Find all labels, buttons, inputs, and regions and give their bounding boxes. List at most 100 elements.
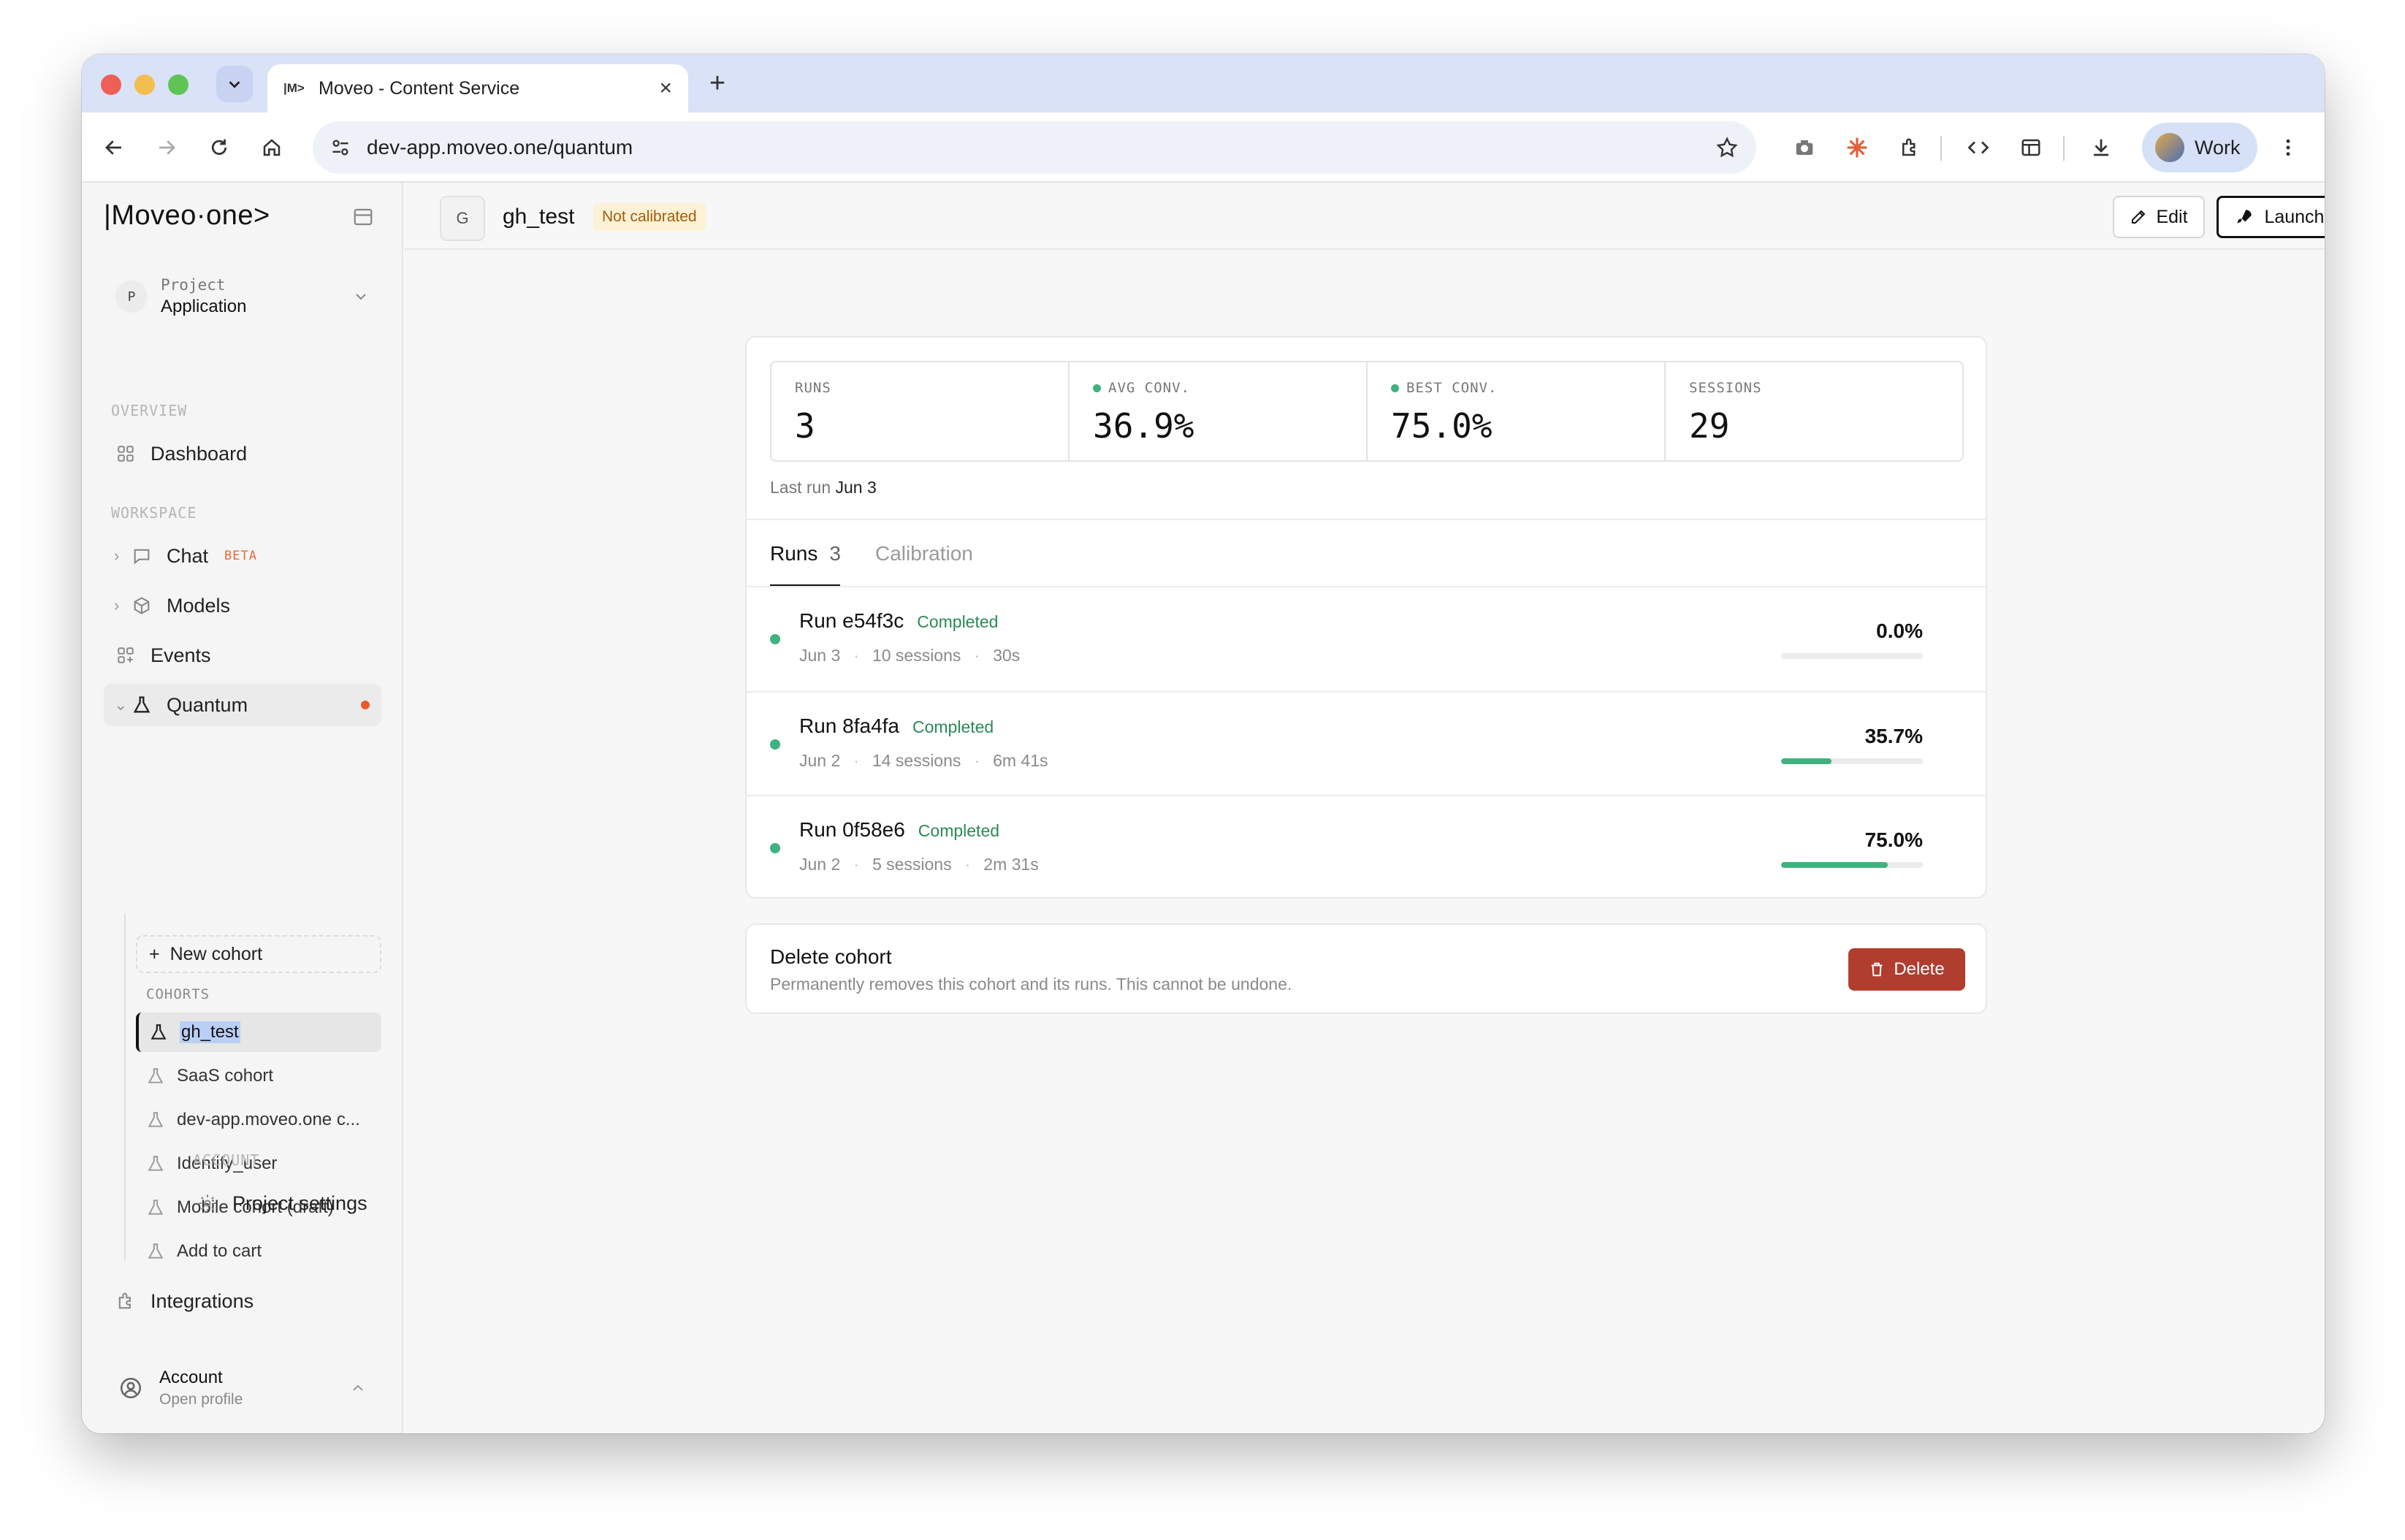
reload-icon [211, 139, 227, 155]
flask-icon [150, 1024, 167, 1040]
run-progress-bar [1781, 862, 1923, 868]
launch-run-button[interactable]: Launch run [2217, 196, 2325, 238]
cohort-item-add-to-cart[interactable]: Add to cart [136, 1232, 381, 1271]
forward-button[interactable] [149, 130, 184, 165]
more-menu-icon[interactable] [2272, 131, 2304, 164]
run-name: Run 8fa4fa [799, 714, 899, 737]
stat-value: 75.0% [1391, 406, 1493, 446]
stat-best-conv: BEST CONV. 75.0% [1368, 362, 1666, 460]
status-dot [770, 739, 780, 750]
chevron-right-icon[interactable]: › [114, 596, 130, 615]
cohort-item-gh-test[interactable]: gh_test [136, 1013, 381, 1052]
cohort-item-dev-app[interactable]: dev-app.moveo.one c... [136, 1100, 381, 1140]
close-tab-icon[interactable]: × [659, 76, 672, 101]
tab-bar: |M> Moveo - Content Service × + [82, 54, 2325, 113]
sidebar-item-dashboard[interactable]: Dashboard [104, 432, 381, 475]
meta-separator: · [974, 646, 980, 665]
camera-icon[interactable] [1788, 131, 1821, 164]
run-name: Run e54f3c [799, 609, 904, 632]
home-button[interactable] [254, 130, 289, 165]
browser-tab[interactable]: |M> Moveo - Content Service × [267, 64, 688, 113]
extensions-icon[interactable] [1894, 131, 1926, 164]
minimize-window-button[interactable] [134, 75, 155, 95]
app-root: |Moveo·one> P Project Application OVERVI… [82, 183, 2325, 1433]
puzzle-icon [114, 1289, 137, 1313]
sidebar-item-chat[interactable]: › Chat BETA [104, 535, 381, 577]
sidebar-item-label: Project settings [232, 1192, 367, 1214]
run-sessions: 14 sessions [872, 751, 961, 770]
sidebar-item-label: Events [150, 644, 211, 666]
account-name: Account [159, 1368, 223, 1387]
stat-value: 3 [795, 406, 815, 446]
meta-separator: · [853, 646, 859, 665]
status-dot [1391, 384, 1399, 392]
delete-button[interactable]: Delete [1848, 948, 1965, 991]
cohorts-section-label: COHORTS [146, 986, 210, 1002]
rocket-icon [2237, 210, 2252, 224]
site-settings-icon[interactable] [330, 137, 351, 158]
beta-badge: BETA [224, 549, 257, 563]
run-row[interactable]: Run e54f3c Completed Jun 3 · 10 sessions ·… [747, 587, 1986, 691]
section-account-label: ACCOUNT [193, 1151, 260, 1169]
project-selector[interactable]: P Project Application [104, 267, 381, 326]
tab-runs-label: Runs [770, 542, 818, 565]
cohort-item-saas[interactable]: SaaS cohort [136, 1056, 381, 1096]
cube-icon [130, 594, 153, 617]
stat-value: 29 [1689, 406, 1730, 446]
delete-cohort-card: Delete cohort Permanently removes this c… [745, 923, 1987, 1014]
new-tab-button[interactable]: + [701, 67, 733, 99]
sidebar: |Moveo·one> P Project Application OVERVI… [82, 183, 403, 1433]
tab-calibration[interactable]: Calibration [875, 542, 973, 565]
run-progress-fill [1781, 862, 1888, 868]
tab-runs[interactable]: Runs 3 [770, 542, 841, 565]
new-cohort-button[interactable]: + New cohort [136, 935, 381, 973]
address-bar[interactable]: dev-app.moveo.one/quantum [313, 121, 1756, 174]
account-menu[interactable]: Account Open profile [104, 1359, 381, 1417]
run-duration: 6m 41s [993, 751, 1048, 770]
back-button[interactable] [96, 130, 132, 165]
run-duration: 30s [993, 646, 1021, 665]
stat-label: AVG CONV. [1108, 380, 1190, 396]
edit-button[interactable]: Edit [2113, 196, 2205, 238]
devtools-code-icon[interactable] [1962, 131, 1994, 164]
run-row[interactable]: Run 8fa4fa Completed Jun 2 · 14 sessions ·… [747, 693, 1986, 796]
project-kicker: Project [161, 276, 226, 294]
sidebar-item-models[interactable]: › Models [104, 584, 381, 627]
status-badge: Not calibrated [593, 203, 706, 231]
profile-button[interactable]: Work [2142, 123, 2257, 172]
chevron-down-icon[interactable]: ⌄ [114, 695, 130, 714]
chevron-right-icon[interactable]: › [114, 546, 130, 565]
sidebar-item-project-settings[interactable]: Project settings [186, 1182, 463, 1224]
url-text: dev-app.moveo.one/quantum [367, 136, 633, 159]
tab-search-button[interactable] [216, 66, 253, 102]
run-status: Completed [918, 821, 1000, 840]
last-run-prefix: Last run [770, 478, 831, 497]
run-row[interactable]: Run 0f58e6 Completed Jun 2 · 5 sessions · … [747, 796, 1986, 900]
browser-window: |M> Moveo - Content Service × + dev-app.… [82, 54, 2325, 1433]
close-window-button[interactable] [101, 75, 121, 95]
status-dot [770, 843, 780, 853]
run-progress-bar [1781, 653, 1923, 659]
maximize-window-button[interactable] [168, 75, 188, 95]
sidebar-item-events[interactable]: Events [104, 634, 381, 676]
toolbar-divider [2063, 136, 2065, 161]
bookmark-star-icon[interactable] [1715, 136, 1739, 159]
section-workspace-label: WORKSPACE [111, 504, 197, 522]
collapse-sidebar-icon[interactable] [352, 206, 374, 228]
run-duration: 2m 31s [983, 855, 1039, 874]
sidebar-item-quantum[interactable]: ⌄ Quantum [104, 684, 381, 726]
cohort-label: SaaS cohort [177, 1066, 274, 1086]
side-panel-icon[interactable] [2015, 131, 2047, 164]
status-dot [770, 634, 780, 644]
stat-runs: RUNS 3 [771, 362, 1070, 460]
browser-toolbar: dev-app.moveo.one/quantum Work [82, 113, 2325, 183]
meta-separator: · [964, 855, 971, 874]
download-icon[interactable] [2085, 131, 2117, 164]
page-title: gh_test [503, 205, 575, 229]
claude-extension-icon[interactable] [1841, 131, 1873, 164]
moveo-logo[interactable]: |Moveo·one> [104, 200, 270, 232]
reload-button[interactable] [202, 130, 237, 165]
sidebar-item-integrations[interactable]: Integrations [104, 1280, 381, 1322]
divider [747, 519, 1986, 520]
meta-separator: · [974, 751, 980, 770]
